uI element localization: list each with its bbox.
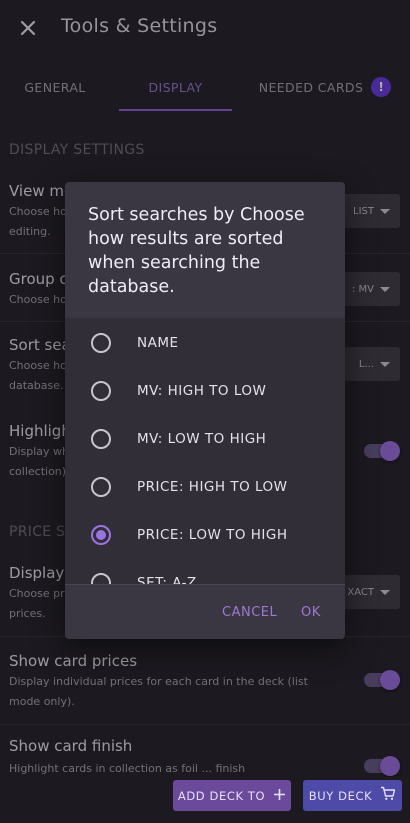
option-label: SET: A-Z [137,575,197,584]
option-label: NAME [137,335,179,351]
radio-unchecked-icon [91,477,111,497]
buy-deck-label: BUY DECK [308,788,373,803]
option-label: MV: HIGH TO LOW [137,383,267,399]
sort-option-mv-high-to-low[interactable]: MV: HIGH TO LOW [65,367,345,415]
buy-deck-button[interactable]: BUY DECK [303,780,402,811]
radio-unchecked-icon [91,429,111,449]
cancel-button[interactable]: CANCEL [222,605,277,620]
dialog-actions: CANCEL OK [65,584,345,639]
radio-checked-icon [91,525,111,545]
radio-unchecked-icon [91,381,111,401]
add-deck-to-button[interactable]: ADD DECK TO [173,780,291,811]
ok-button[interactable]: OK [301,605,321,620]
option-label: PRICE: LOW TO HIGH [137,527,288,543]
add-deck-label: ADD DECK TO [177,788,266,803]
sort-option-price-high-to-low[interactable]: PRICE: HIGH TO LOW [65,463,345,511]
dialog-title: Sort searches by Choose how results are … [88,205,305,297]
sort-option-mv-low-to-high[interactable]: MV: LOW TO HIGH [65,415,345,463]
sort-option-name[interactable]: NAME [65,319,345,367]
sort-option-set-a-z[interactable]: SET: A-Z [65,559,345,584]
sort-option-price-low-to-high[interactable]: PRICE: LOW TO HIGH [65,511,345,559]
option-label: MV: LOW TO HIGH [137,431,267,447]
sort-searches-dialog: Sort searches by Choose how results are … [65,182,345,639]
sort-options-list[interactable]: NAME MV: HIGH TO LOW MV: LOW TO HIGH PRI… [65,318,345,584]
radio-unchecked-icon [91,573,111,584]
plus-icon [273,787,286,805]
radio-unchecked-icon [91,333,111,353]
cart-icon [380,786,396,805]
option-label: PRICE: HIGH TO LOW [137,479,288,495]
